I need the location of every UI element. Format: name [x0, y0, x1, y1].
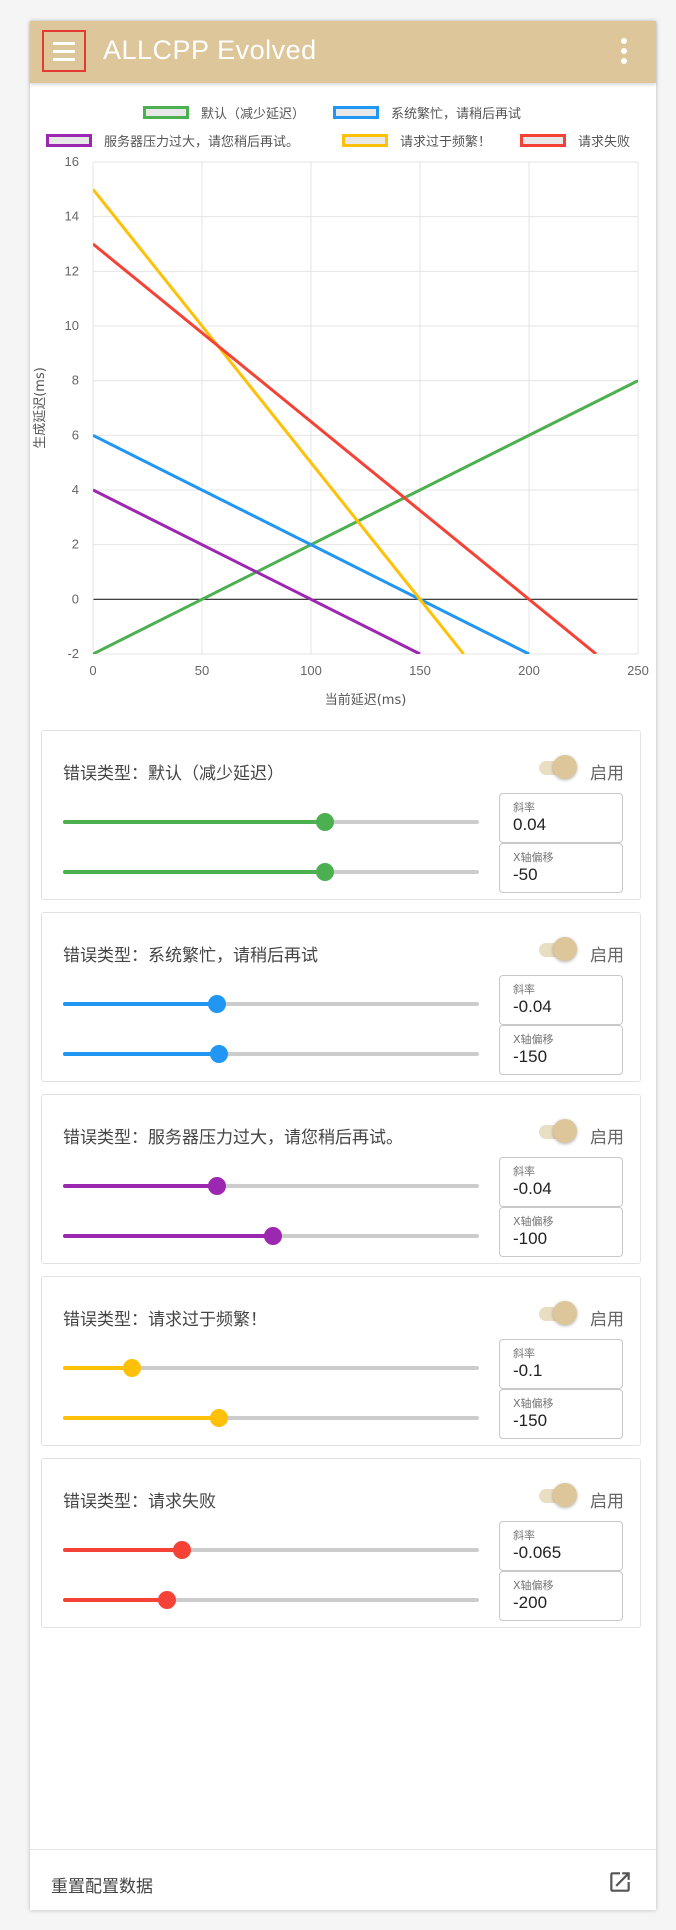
- x-offset-field[interactable]: X轴偏移 -150: [499, 1389, 623, 1439]
- slope-field[interactable]: 斜率 0.04: [499, 793, 623, 843]
- slider-thumb[interactable]: [210, 1045, 228, 1063]
- x-tick-label: 150: [409, 663, 431, 678]
- enable-label: 启用: [590, 764, 624, 784]
- enable-label: 启用: [590, 1128, 624, 1148]
- slope-field-value[interactable]: 0.04: [513, 815, 546, 835]
- y-tick-label: 0: [72, 591, 79, 606]
- card-title: 错误类型：请求过于频繁！: [63, 1310, 267, 1330]
- x-offset-field[interactable]: X轴偏移 -100: [499, 1207, 623, 1257]
- slider-thumb[interactable]: [207, 995, 226, 1013]
- slope-field-value[interactable]: -0.04: [513, 1179, 552, 1199]
- card-title: 错误类型：默认（减少延迟）: [63, 764, 284, 784]
- y-tick-label: 12: [65, 263, 79, 278]
- slope-slider[interactable]: [63, 1176, 479, 1196]
- y-tick-label: -2: [67, 646, 79, 661]
- slider-thumb[interactable]: [316, 863, 335, 881]
- slope-field-label: 斜率: [513, 1529, 535, 1542]
- error-type-card: 错误类型：请求过于频繁！ 启用 斜率 -0.1 X轴偏移 -150: [41, 1276, 641, 1446]
- slope-field[interactable]: 斜率 -0.1: [499, 1339, 623, 1389]
- slope-field-label: 斜率: [513, 1347, 535, 1360]
- slider-thumb[interactable]: [172, 1541, 191, 1559]
- y-tick-label: 14: [65, 209, 79, 224]
- slope-field[interactable]: 斜率 -0.04: [499, 975, 623, 1025]
- slope-slider[interactable]: [63, 1358, 479, 1378]
- y-tick-label: 8: [72, 373, 79, 388]
- x-offset-field-label: X轴偏移: [513, 1033, 554, 1046]
- slider-thumb[interactable]: [264, 1227, 283, 1245]
- card-title: 错误类型：请求失败: [63, 1492, 216, 1512]
- x-axis-label: 当前延迟(ms): [325, 692, 407, 708]
- series-line: [93, 242, 598, 654]
- error-type-card: 错误类型：请求失败 启用 斜率 -0.065 X轴偏移 -200: [41, 1458, 641, 1628]
- slope-field-value[interactable]: -0.1: [513, 1361, 542, 1381]
- error-type-card: 错误类型：服务器压力过大，请您稍后再试。 启用 斜率 -0.04 X轴偏移 -100: [41, 1094, 641, 1264]
- y-tick-label: 16: [65, 154, 79, 169]
- offset-slider[interactable]: [63, 1226, 479, 1246]
- slope-field-label: 斜率: [513, 983, 535, 996]
- offset-slider[interactable]: [63, 1044, 479, 1064]
- slider-thumb[interactable]: [210, 1409, 228, 1427]
- slope-field-label: 斜率: [513, 801, 535, 814]
- slope-field-value[interactable]: -0.065: [513, 1543, 561, 1563]
- x-offset-field[interactable]: X轴偏移 -50: [499, 843, 623, 893]
- x-offset-field-value[interactable]: -150: [513, 1047, 547, 1067]
- slider-thumb[interactable]: [122, 1359, 141, 1377]
- y-tick-label: 4: [72, 482, 79, 497]
- x-tick-label: 100: [300, 663, 322, 678]
- enable-label: 启用: [590, 946, 624, 966]
- enable-label: 启用: [590, 1310, 624, 1330]
- error-type-card: 错误类型：系统繁忙，请稍后再试 启用 斜率 -0.04 X轴偏移 -150: [41, 912, 641, 1082]
- offset-slider[interactable]: [63, 862, 479, 882]
- x-tick-label: 250: [627, 663, 649, 678]
- x-offset-field-value[interactable]: -100: [513, 1229, 547, 1249]
- reset-config-button[interactable]: 重置配置数据: [51, 1872, 153, 1897]
- x-offset-field-value[interactable]: -200: [513, 1593, 547, 1613]
- enable-toggle[interactable]: [535, 755, 577, 781]
- slope-field-value[interactable]: -0.04: [513, 997, 552, 1017]
- y-tick-label: 6: [72, 427, 79, 442]
- enable-toggle[interactable]: [535, 937, 577, 963]
- x-tick-label: 50: [195, 663, 209, 678]
- slope-slider[interactable]: [63, 1540, 479, 1560]
- error-type-card: 错误类型：默认（减少延迟） 启用 斜率 0.04 X轴偏移 -50: [41, 730, 641, 900]
- x-offset-field-label: X轴偏移: [513, 1215, 554, 1228]
- slope-field[interactable]: 斜率 -0.065: [499, 1521, 623, 1571]
- x-offset-field[interactable]: X轴偏移 -150: [499, 1025, 623, 1075]
- enable-toggle[interactable]: [535, 1483, 577, 1509]
- x-offset-field-label: X轴偏移: [513, 851, 554, 864]
- series-line: [93, 379, 638, 654]
- slope-field[interactable]: 斜率 -0.04: [499, 1157, 623, 1207]
- x-offset-field-label: X轴偏移: [513, 1579, 554, 1592]
- x-offset-field-value[interactable]: -50: [513, 865, 538, 885]
- slider-thumb[interactable]: [207, 1177, 226, 1195]
- open-in-new-icon[interactable]: [607, 1869, 633, 1895]
- footer-divider: [30, 1849, 656, 1850]
- slope-slider[interactable]: [63, 812, 479, 832]
- x-tick-label: 200: [518, 663, 540, 678]
- enable-label: 启用: [590, 1492, 624, 1512]
- app-panel: ALLCPP Evolved 默认（减少延迟） 系统繁忙，请稍后再试 服务器压力过大…: [30, 21, 656, 1910]
- slope-slider[interactable]: [63, 994, 479, 1014]
- offset-slider[interactable]: [63, 1590, 479, 1610]
- y-axis-label: 生成延迟(ms): [33, 367, 48, 449]
- card-title: 错误类型：系统繁忙，请稍后再试: [63, 946, 318, 966]
- offset-slider[interactable]: [63, 1408, 479, 1428]
- y-tick-label: 2: [72, 537, 79, 552]
- slider-thumb[interactable]: [158, 1591, 176, 1609]
- x-offset-field-label: X轴偏移: [513, 1397, 554, 1410]
- x-offset-field[interactable]: X轴偏移 -200: [499, 1571, 623, 1621]
- slope-field-label: 斜率: [513, 1165, 535, 1178]
- x-tick-label: 0: [89, 663, 96, 678]
- card-title: 错误类型：服务器压力过大，请您稍后再试。: [63, 1128, 403, 1148]
- enable-toggle[interactable]: [535, 1119, 577, 1145]
- latency-chart: -2 0 2 4 6 8 10 12 14 16 0 50 100 150 200 250 当前延迟(ms) 生成…: [33, 154, 649, 708]
- slider-thumb[interactable]: [316, 813, 335, 831]
- y-tick-label: 10: [65, 318, 79, 333]
- x-offset-field-value[interactable]: -150: [513, 1411, 547, 1431]
- enable-toggle[interactable]: [535, 1301, 577, 1327]
